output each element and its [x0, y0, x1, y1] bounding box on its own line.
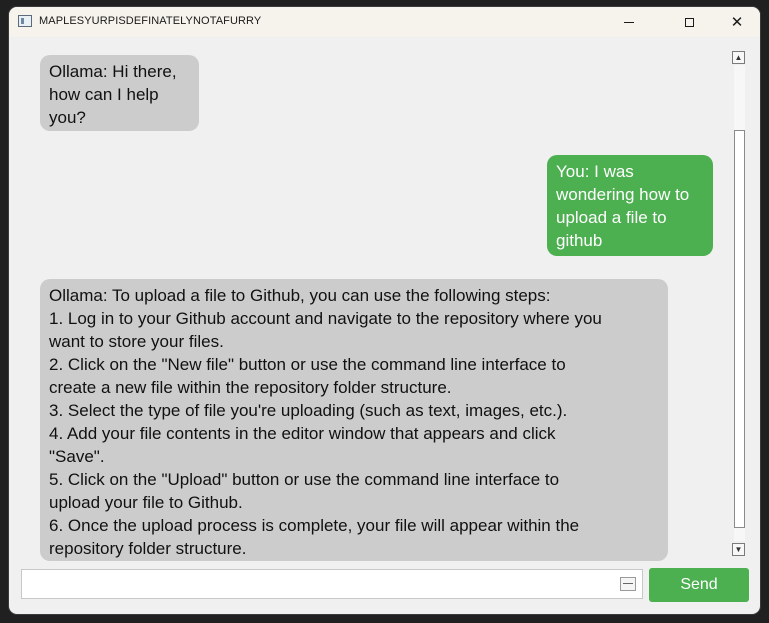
minimize-icon — [624, 21, 634, 23]
message-line: 3. Select the type of file you're upload… — [49, 401, 568, 420]
app-window-icon — [18, 15, 32, 27]
message-line: create a new file within the repository … — [49, 378, 452, 397]
scroll-track[interactable] — [734, 65, 745, 541]
scroll-thumb[interactable] — [734, 130, 745, 528]
scroll-up-arrow-icon[interactable]: ▲ — [732, 51, 745, 64]
minimize-button[interactable] — [606, 7, 652, 37]
message-line: You: I was — [556, 162, 634, 181]
message-line: upload your file to Github. — [49, 493, 243, 512]
message-line: Ollama: Hi there, — [49, 62, 177, 81]
message-line: 4. Add your file contents in the editor … — [49, 424, 556, 443]
maximize-icon — [684, 17, 694, 27]
message-line: how can I help — [49, 85, 159, 104]
title-bar[interactable]: MAPLESYURPISDEFINATELYNOTAFURRY ✕ — [9, 7, 760, 37]
bot-message: Ollama: To upload a file to Github, you … — [40, 279, 668, 561]
scroll-down-arrow-icon[interactable]: ▼ — [732, 543, 745, 556]
window-title: MAPLESYURPISDEFINATELYNOTAFURRY — [39, 15, 262, 27]
message-line: Ollama: To upload a file to Github, you … — [49, 286, 551, 305]
message-line: repository folder structure. — [49, 539, 247, 558]
user-message: You: I was wondering how to upload a fil… — [547, 155, 713, 256]
message-line: github — [556, 231, 603, 250]
maximize-button[interactable] — [666, 7, 712, 37]
message-line: 5. Click on the "Upload" button or use t… — [49, 470, 560, 489]
chat-history[interactable]: Ollama: Hi there, how can I help you? Yo… — [9, 37, 731, 561]
message-line: 1. Log in to your Github account and nav… — [49, 309, 602, 328]
message-input[interactable] — [21, 569, 643, 599]
close-button[interactable]: ✕ — [714, 7, 760, 37]
app-window: MAPLESYURPISDEFINATELYNOTAFURRY ✕ Ollama… — [9, 7, 760, 614]
message-line: upload a file to — [556, 208, 667, 227]
message-line: wondering how to — [556, 185, 690, 204]
message-line: want to store your files. — [49, 332, 224, 351]
close-icon: ✕ — [730, 13, 744, 31]
message-line: "Save". — [49, 447, 105, 466]
message-line: 2. Click on the "New file" button or use… — [49, 355, 566, 374]
message-line: you? — [49, 108, 86, 127]
chat-scrollbar[interactable]: ▲ ▼ — [731, 45, 748, 562]
bot-message: Ollama: Hi there, how can I help you? — [40, 55, 199, 131]
message-line: 6. Once the upload process is complete, … — [49, 516, 580, 535]
input-resize-grip[interactable] — [620, 577, 636, 591]
send-button[interactable]: Send — [649, 568, 749, 602]
